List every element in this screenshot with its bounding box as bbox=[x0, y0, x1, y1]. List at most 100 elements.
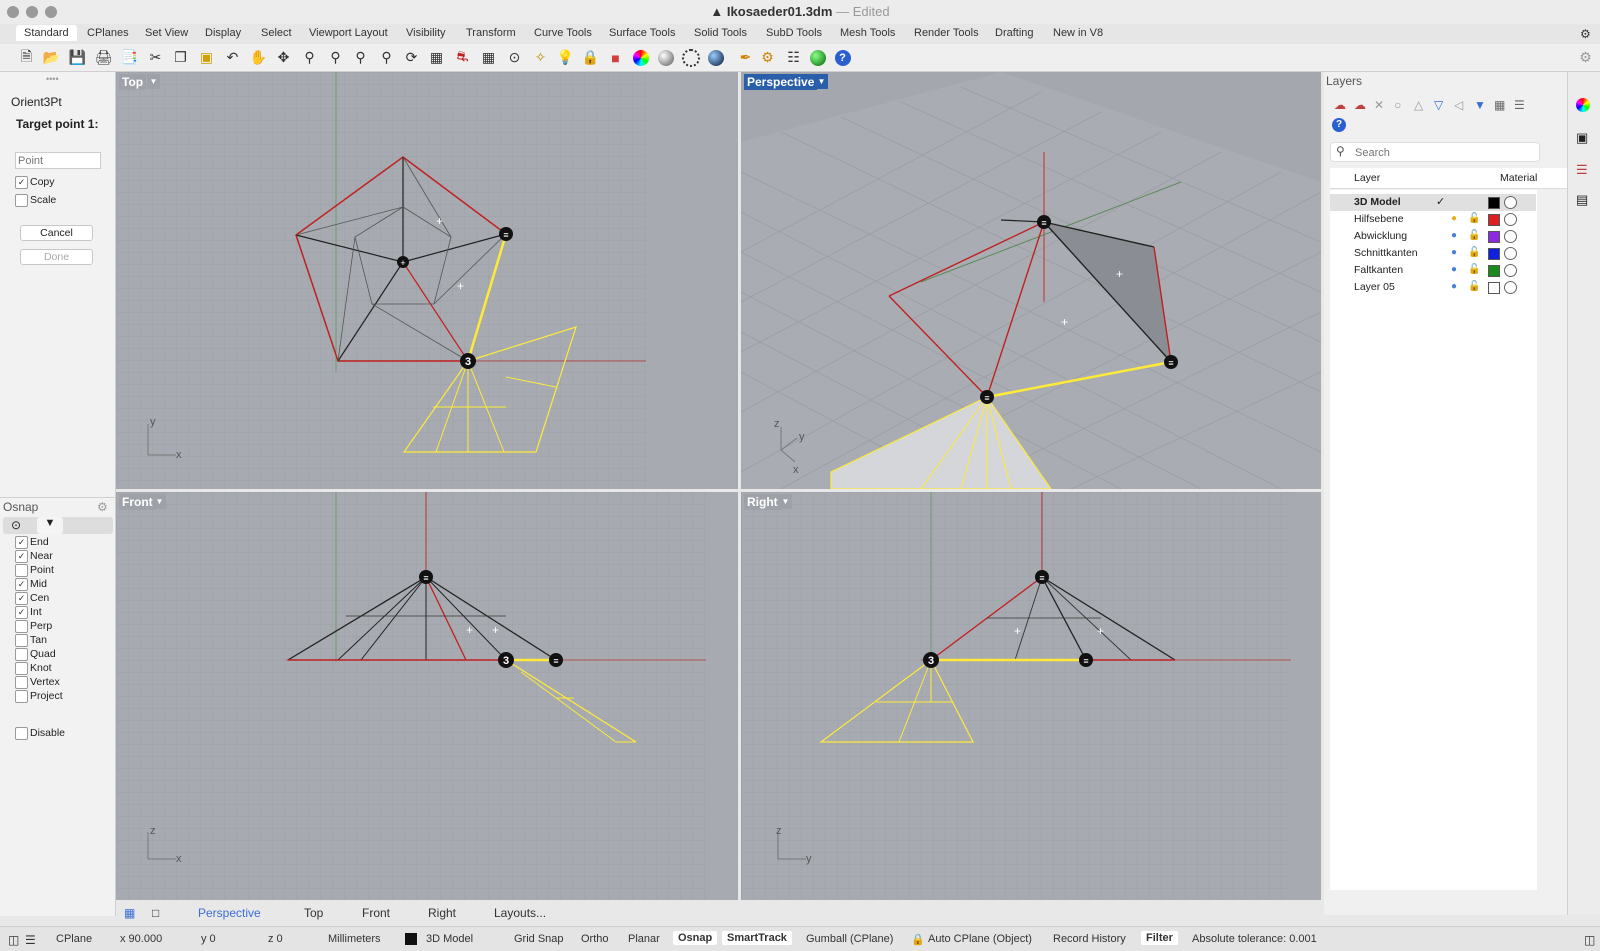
layer-color-swatch[interactable] bbox=[1488, 248, 1500, 260]
panel-toggle-icon[interactable]: ◫ bbox=[1584, 933, 1595, 947]
tab-transform[interactable]: Transform bbox=[466, 27, 516, 39]
vtab-perspective[interactable]: Perspective bbox=[198, 906, 261, 920]
layer-material-icon[interactable] bbox=[1504, 213, 1517, 226]
layer-name[interactable]: Hilfsebene bbox=[1354, 213, 1404, 225]
perspective-viewport-label[interactable]: Perspective bbox=[744, 74, 818, 90]
layer-lock-icon[interactable]: 🔓 bbox=[1468, 264, 1480, 275]
tab-new-in-v8[interactable]: New in V8 bbox=[1053, 27, 1103, 39]
layer-row[interactable]: Hilfsebene ● 🔓 bbox=[1330, 211, 1536, 228]
layer-material-icon[interactable] bbox=[1504, 196, 1517, 209]
layer-visibility-bulb-icon[interactable]: ● bbox=[1451, 264, 1457, 275]
planar-toggle[interactable]: Planar bbox=[628, 933, 660, 945]
toolbar-settings-icon[interactable]: ⚙ bbox=[1576, 48, 1595, 67]
copy-icon[interactable]: ❐ bbox=[171, 48, 190, 67]
layer-color-swatch[interactable] bbox=[1488, 214, 1500, 226]
tab-subd-tools[interactable]: SubD Tools bbox=[766, 27, 822, 39]
color-panel-icon[interactable] bbox=[1576, 98, 1590, 112]
tab-display[interactable]: Display bbox=[205, 27, 241, 39]
current-layer-label[interactable]: 3D Model bbox=[426, 933, 473, 945]
osnap-knot-checkbox[interactable] bbox=[15, 662, 28, 675]
move-parent-icon[interactable]: ◁ bbox=[1454, 98, 1463, 112]
ortho-toggle[interactable]: Ortho bbox=[581, 933, 609, 945]
layer-name[interactable]: 3D Model bbox=[1354, 196, 1401, 208]
osnap-near-checkbox[interactable]: ✓ bbox=[15, 550, 28, 563]
layer-color-swatch[interactable] bbox=[1488, 197, 1500, 209]
layer-color-swatch[interactable] bbox=[1488, 265, 1500, 277]
snap-icon[interactable]: ⊙ bbox=[505, 48, 524, 67]
move-down-icon[interactable]: ▽ bbox=[1434, 98, 1443, 112]
layer-name[interactable]: Abwicklung bbox=[1354, 230, 1407, 242]
top-viewport-label[interactable]: Top bbox=[119, 74, 147, 90]
scale-checkbox[interactable] bbox=[15, 194, 28, 207]
material-column-header[interactable]: Material bbox=[1500, 172, 1537, 184]
units-label[interactable]: Millimeters bbox=[328, 933, 381, 945]
help-icon[interactable]: ? bbox=[833, 48, 852, 67]
osnap-point-checkbox[interactable] bbox=[15, 564, 28, 577]
layer-visibility-bulb-icon[interactable]: ● bbox=[1451, 213, 1457, 224]
osnap-toggle[interactable]: Osnap bbox=[673, 931, 718, 945]
layer-column-header[interactable]: Layer bbox=[1354, 172, 1380, 184]
osnap-int-checkbox[interactable]: ✓ bbox=[15, 606, 28, 619]
record-history-toggle[interactable]: Record History bbox=[1053, 933, 1126, 945]
open-file-icon[interactable]: 📂 bbox=[42, 48, 61, 67]
osnap-cen-checkbox[interactable]: ✓ bbox=[15, 592, 28, 605]
layer-row[interactable]: Abwicklung ● 🔓 bbox=[1330, 228, 1536, 245]
lock-icon[interactable]: 🔒 bbox=[581, 48, 600, 67]
layer-row[interactable]: Schnittkanten ● 🔓 bbox=[1330, 245, 1536, 262]
pan-icon[interactable]: ✋ bbox=[249, 48, 268, 67]
layer-name[interactable]: Layer 05 bbox=[1354, 281, 1395, 293]
tab-render-tools[interactable]: Render Tools bbox=[914, 27, 979, 39]
color-wheel-icon[interactable] bbox=[631, 48, 650, 67]
tab-solid-tools[interactable]: Solid Tools bbox=[694, 27, 747, 39]
tab-cplanes[interactable]: CPlanes bbox=[87, 27, 129, 39]
new-sublayer-icon[interactable]: ☁ bbox=[1354, 98, 1366, 112]
layer-material-icon[interactable] bbox=[1504, 281, 1517, 294]
osnap-vertex-checkbox[interactable] bbox=[15, 676, 28, 689]
snap-points-icon[interactable]: ✧ bbox=[531, 48, 550, 67]
save-icon[interactable]: 💾 bbox=[68, 48, 87, 67]
tab-curve-tools[interactable]: Curve Tools bbox=[534, 27, 592, 39]
rotate-view-icon[interactable]: ✥ bbox=[274, 48, 293, 67]
properties-panel-icon[interactable]: ▤ bbox=[1576, 192, 1588, 208]
cancel-button[interactable]: Cancel bbox=[20, 225, 93, 241]
layer-row[interactable]: Layer 05 ● 🔓 bbox=[1330, 279, 1536, 296]
layer-row[interactable]: 3D Model ✓ bbox=[1330, 194, 1536, 211]
right-viewport-label[interactable]: Right bbox=[744, 494, 781, 510]
cplane-label[interactable]: CPlane bbox=[56, 933, 92, 945]
pen-icon[interactable]: ✒ bbox=[736, 48, 755, 67]
single-view-layout-icon[interactable]: □ bbox=[152, 906, 159, 920]
four-viewports-icon[interactable]: ▦ bbox=[427, 48, 446, 67]
filter-icon[interactable]: ▼ bbox=[1474, 98, 1486, 112]
layer-display-icon[interactable]: ○ bbox=[1394, 98, 1401, 112]
new-layer-icon[interactable]: ☁ bbox=[1334, 98, 1346, 112]
zoom-window-icon[interactable]: ⚲ bbox=[326, 48, 345, 67]
wireframe-sphere-icon[interactable] bbox=[681, 48, 700, 67]
display-panel-icon[interactable]: ▣ bbox=[1576, 130, 1588, 146]
tab-visibility[interactable]: Visibility bbox=[406, 27, 446, 39]
paste-icon[interactable]: ▣ bbox=[197, 48, 216, 67]
front-viewport-label[interactable]: Front bbox=[119, 494, 156, 510]
car-display-icon[interactable]: ⛐ bbox=[453, 48, 472, 67]
layers-help-icon[interactable]: ? bbox=[1332, 118, 1346, 132]
cut-icon[interactable]: ✂ bbox=[146, 48, 165, 67]
front-viewport[interactable]: ≡ ≡ 3 + + z x Front ▼ bbox=[116, 492, 738, 900]
layer-visibility-bulb-icon[interactable]: ● bbox=[1451, 230, 1457, 241]
light-icon[interactable]: 💡 bbox=[556, 48, 575, 67]
layer-visibility-bulb-icon[interactable]: ● bbox=[1451, 281, 1457, 292]
render-sphere-icon[interactable] bbox=[706, 48, 725, 67]
shaded-sphere-icon[interactable] bbox=[656, 48, 675, 67]
network-icon[interactable]: ☷ bbox=[784, 48, 803, 67]
panel-grip-icon[interactable]: •••• bbox=[46, 74, 59, 84]
filter-toggle[interactable]: Filter bbox=[1141, 931, 1178, 945]
tab-drafting[interactable]: Drafting bbox=[995, 27, 1034, 39]
layer-search-box[interactable]: ⚲ bbox=[1330, 142, 1540, 162]
layer-visibility-bulb-icon[interactable]: ● bbox=[1451, 247, 1457, 258]
undo-icon[interactable]: ↶ bbox=[223, 48, 242, 67]
list-icon[interactable]: ☰ bbox=[25, 933, 36, 947]
osnap-settings-icon[interactable]: ⚙ bbox=[97, 500, 108, 514]
auto-cplane-toggle[interactable]: Auto CPlane (Object) bbox=[928, 933, 1032, 945]
zoom-selected-icon[interactable]: ⚲ bbox=[377, 48, 396, 67]
osnap-mid-checkbox[interactable]: ✓ bbox=[15, 578, 28, 591]
four-view-layout-icon[interactable]: ▦ bbox=[124, 906, 135, 920]
layer-row[interactable]: Faltkanten ● 🔓 bbox=[1330, 262, 1536, 279]
